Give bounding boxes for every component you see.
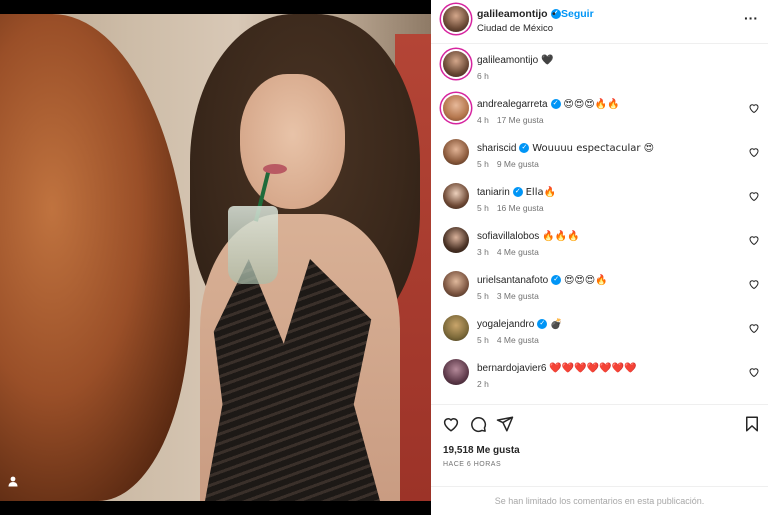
comment-time[interactable]: 5 h <box>477 203 489 213</box>
post-photo[interactable] <box>0 14 431 501</box>
post-location[interactable]: Ciudad de México <box>477 23 553 34</box>
post-header: galileamontijo ✓ • Seguir Ciudad de Méxic… <box>431 0 768 44</box>
comment-row: yogalejandro ✓ 💣 5 h 4 Me gusta <box>431 309 768 353</box>
comment-username[interactable]: taniarin <box>477 187 510 198</box>
like-comment-heart-icon[interactable] <box>748 234 760 246</box>
comment-text: 🔥🔥🔥 <box>542 231 580 242</box>
likes-count[interactable]: 19,518 Me gusta <box>443 445 520 456</box>
post-timestamp[interactable]: HACE 6 HORAS <box>443 461 501 468</box>
foreground-hair <box>0 14 190 501</box>
like-heart-icon[interactable] <box>442 415 460 433</box>
commenter-avatar[interactable] <box>443 359 469 385</box>
commenter-avatar[interactable] <box>443 271 469 297</box>
comment-likes[interactable]: 9 Me gusta <box>497 159 539 169</box>
comment-row: taniarin ✓ Ella🔥 5 h 16 Me gusta <box>431 177 768 221</box>
comment-row: shariscid ✓ Wouuuu espectacular 😍 5 h 9 Me… <box>431 133 768 177</box>
comment-row: andrealegarreta ✓ 😍😍😍🔥🔥 4 h 17 Me gusta <box>431 89 768 133</box>
comment-username[interactable]: yogalejandro <box>477 319 534 330</box>
drink-cup <box>228 206 278 284</box>
caption-username[interactable]: galileamontijo <box>477 55 538 66</box>
comments-limited-notice: Se han limitado los comentarios en esta … <box>431 486 768 515</box>
comment-row: sofiavillalobos 🔥🔥🔥 3 h 4 Me gusta <box>431 221 768 265</box>
like-comment-heart-icon[interactable] <box>748 366 760 378</box>
commenter-avatar[interactable] <box>443 183 469 209</box>
comment-row: bernardojavier6 ❤️❤️❤️❤️❤️❤️❤️ 2 h <box>431 353 768 397</box>
author-avatar[interactable] <box>443 6 469 32</box>
commenter-avatar[interactable] <box>443 139 469 165</box>
caption-row: galileamontijo 🖤 6 h <box>431 45 768 89</box>
comment-text: Wouuuu espectacular 😍 <box>532 143 655 154</box>
tagged-users-icon[interactable] <box>6 476 20 490</box>
post-actions: 19,518 Me gusta HACE 6 HORAS Se han limi… <box>431 404 768 514</box>
comments-list: galileamontijo 🖤 6 h andrealegarreta ✓ 😍😍… <box>431 45 768 403</box>
comment-username[interactable]: shariscid <box>477 143 516 154</box>
like-comment-heart-icon[interactable] <box>748 102 760 114</box>
save-bookmark-icon[interactable] <box>743 415 761 433</box>
author-username[interactable]: galileamontijo ✓ <box>477 8 561 20</box>
comment-text: Ella🔥 <box>525 187 557 198</box>
comment-time[interactable]: 2 h <box>477 379 489 389</box>
comment-time[interactable]: 5 h <box>477 335 489 345</box>
like-comment-heart-icon[interactable] <box>748 190 760 202</box>
comment-time[interactable]: 4 h <box>477 115 489 125</box>
like-comment-heart-icon[interactable] <box>748 278 760 290</box>
caption-time[interactable]: 6 h <box>477 71 489 81</box>
comment-bubble-icon[interactable] <box>469 415 487 433</box>
more-options-icon[interactable]: ··· <box>744 10 758 26</box>
follow-button[interactable]: Seguir <box>561 8 594 20</box>
verified-badge-icon: ✓ <box>551 275 562 286</box>
post-side-panel: galileamontijo ✓ • Seguir Ciudad de Méxic… <box>431 0 768 515</box>
comment-likes[interactable]: 4 Me gusta <box>497 247 539 257</box>
comment-text: 💣 <box>550 319 563 330</box>
comment-username[interactable]: sofiavillalobos <box>477 231 539 242</box>
comment-username[interactable]: andrealegarreta <box>477 99 548 110</box>
comment-row: urielsantanafoto ✓ 😍😍😍🔥 5 h 3 Me gusta <box>431 265 768 309</box>
comment-likes[interactable]: 4 Me gusta <box>497 335 539 345</box>
comment-time[interactable]: 5 h <box>477 291 489 301</box>
comment-username[interactable]: bernardojavier6 <box>477 363 547 374</box>
header-separator: • <box>552 8 556 20</box>
verified-badge-icon: ✓ <box>512 187 523 198</box>
caption-text: 🖤 <box>540 55 554 66</box>
like-comment-heart-icon[interactable] <box>748 146 760 158</box>
comment-username[interactable]: urielsantanafoto <box>477 275 548 286</box>
comment-likes[interactable]: 16 Me gusta <box>497 203 544 213</box>
comment-likes[interactable]: 17 Me gusta <box>497 115 544 125</box>
comment-time[interactable]: 3 h <box>477 247 489 257</box>
like-comment-heart-icon[interactable] <box>748 322 760 334</box>
verified-badge-icon: ✓ <box>519 143 530 154</box>
comment-likes[interactable]: 3 Me gusta <box>497 291 539 301</box>
commenter-avatar[interactable] <box>443 95 469 121</box>
verified-badge-icon: ✓ <box>537 319 548 330</box>
subject-face <box>240 74 345 209</box>
comment-text: ❤️❤️❤️❤️❤️❤️❤️ <box>549 363 637 374</box>
commenter-avatar[interactable] <box>443 315 469 341</box>
comment-text: 😍😍😍🔥🔥 <box>563 99 620 110</box>
comment-time[interactable]: 5 h <box>477 159 489 169</box>
comment-text: 😍😍😍🔥 <box>563 275 608 286</box>
share-send-icon[interactable] <box>496 415 514 433</box>
commenter-avatar[interactable] <box>443 227 469 253</box>
caption-avatar[interactable] <box>443 51 469 77</box>
verified-badge-icon: ✓ <box>550 99 561 110</box>
post-media-pane <box>0 0 431 515</box>
